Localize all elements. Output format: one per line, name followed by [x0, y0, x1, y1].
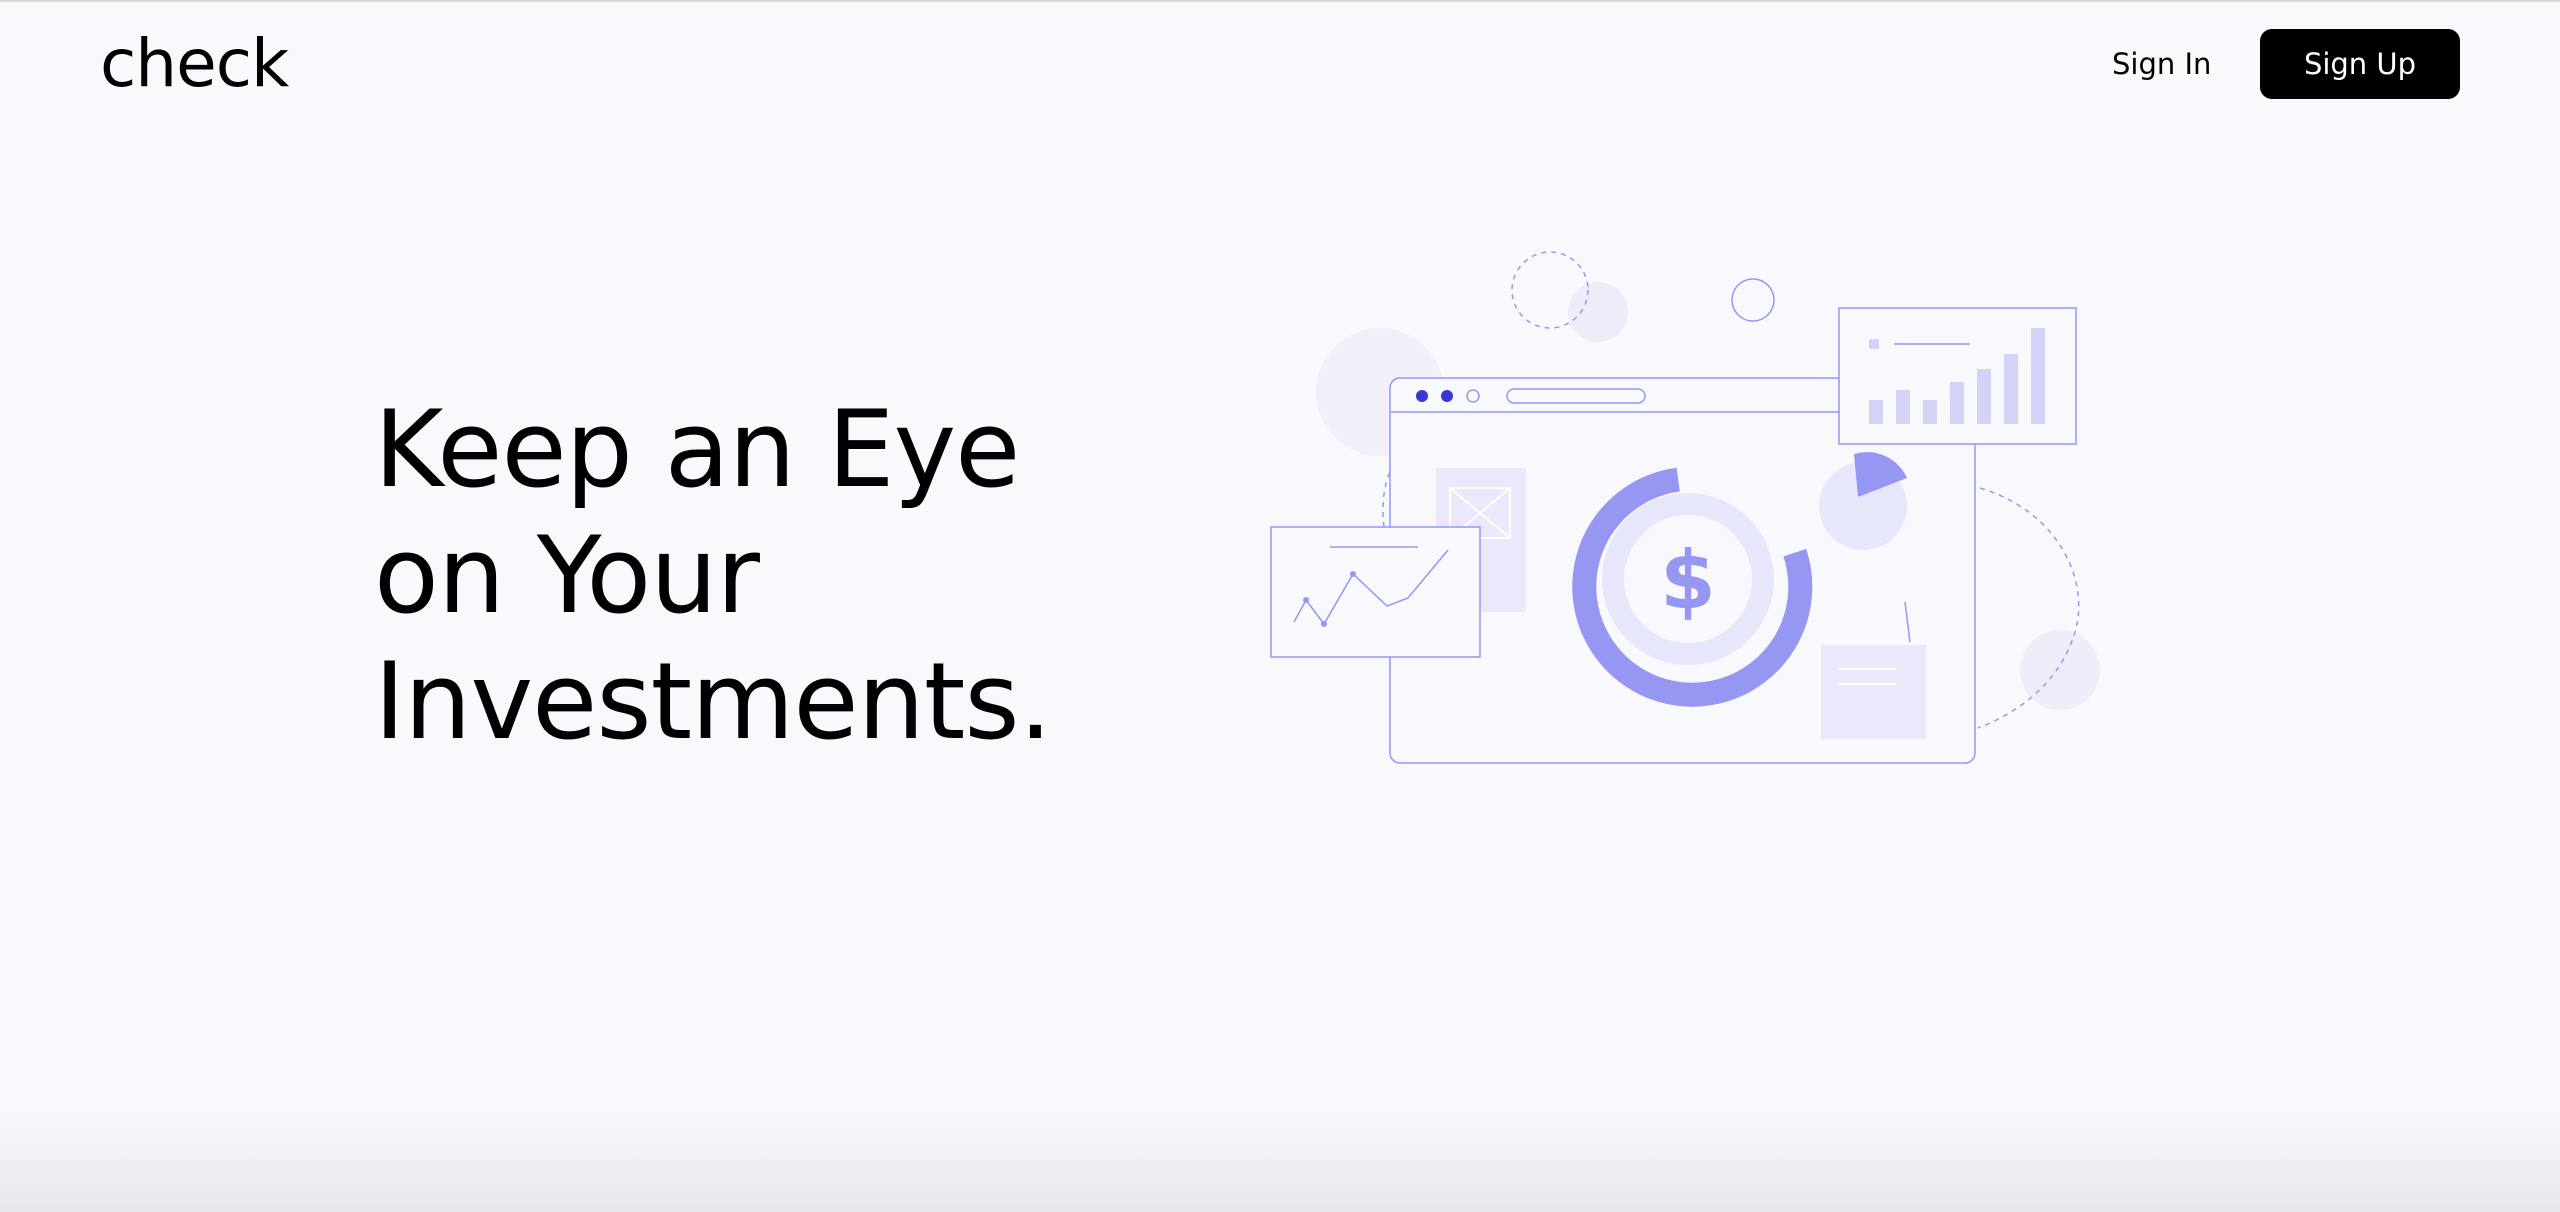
sign-in-link[interactable]: Sign In: [2112, 44, 2211, 84]
window-dot-icon: [1441, 390, 1453, 402]
hero-heading-line: on Your: [374, 514, 760, 637]
bar-chart-bar: [1950, 382, 1964, 424]
dollar-icon: $: [1660, 534, 1716, 627]
bar-chart-bar: [1923, 400, 1937, 424]
document-card: [1821, 645, 1926, 739]
sign-up-button[interactable]: Sign Up: [2260, 29, 2460, 99]
bar-chart-legend-square: [1869, 339, 1879, 349]
bottom-shadow: [0, 1112, 2560, 1212]
decor-ring: [1731, 278, 1775, 322]
line-chart-point: [1321, 621, 1327, 627]
top-navbar: check Sign In Sign Up: [0, 2, 2560, 126]
hero-heading-line: Keep an Eye: [374, 388, 1020, 511]
bar-chart-bar: [2004, 354, 2018, 424]
finance-dashboard-illustration: $: [1270, 251, 2100, 764]
landing-page: check Sign In Sign Up Keep an Eye on You…: [0, 0, 2560, 1212]
decor-circle: [2020, 630, 2100, 710]
bar-chart-bar: [2031, 328, 2045, 424]
decor-circle: [1568, 282, 1628, 342]
window-dot-icon: [1416, 390, 1428, 402]
line-chart-point: [1350, 571, 1356, 577]
brand-logo[interactable]: check: [100, 24, 289, 104]
bar-chart-bar: [1977, 369, 1991, 424]
bar-chart-bar: [1869, 400, 1883, 424]
line-chart-point: [1303, 597, 1309, 603]
bar-chart-bar: [1896, 390, 1910, 424]
hero-heading: Keep an Eye on Your Investments.: [374, 387, 1052, 765]
hero-heading-line: Investments.: [374, 640, 1052, 763]
